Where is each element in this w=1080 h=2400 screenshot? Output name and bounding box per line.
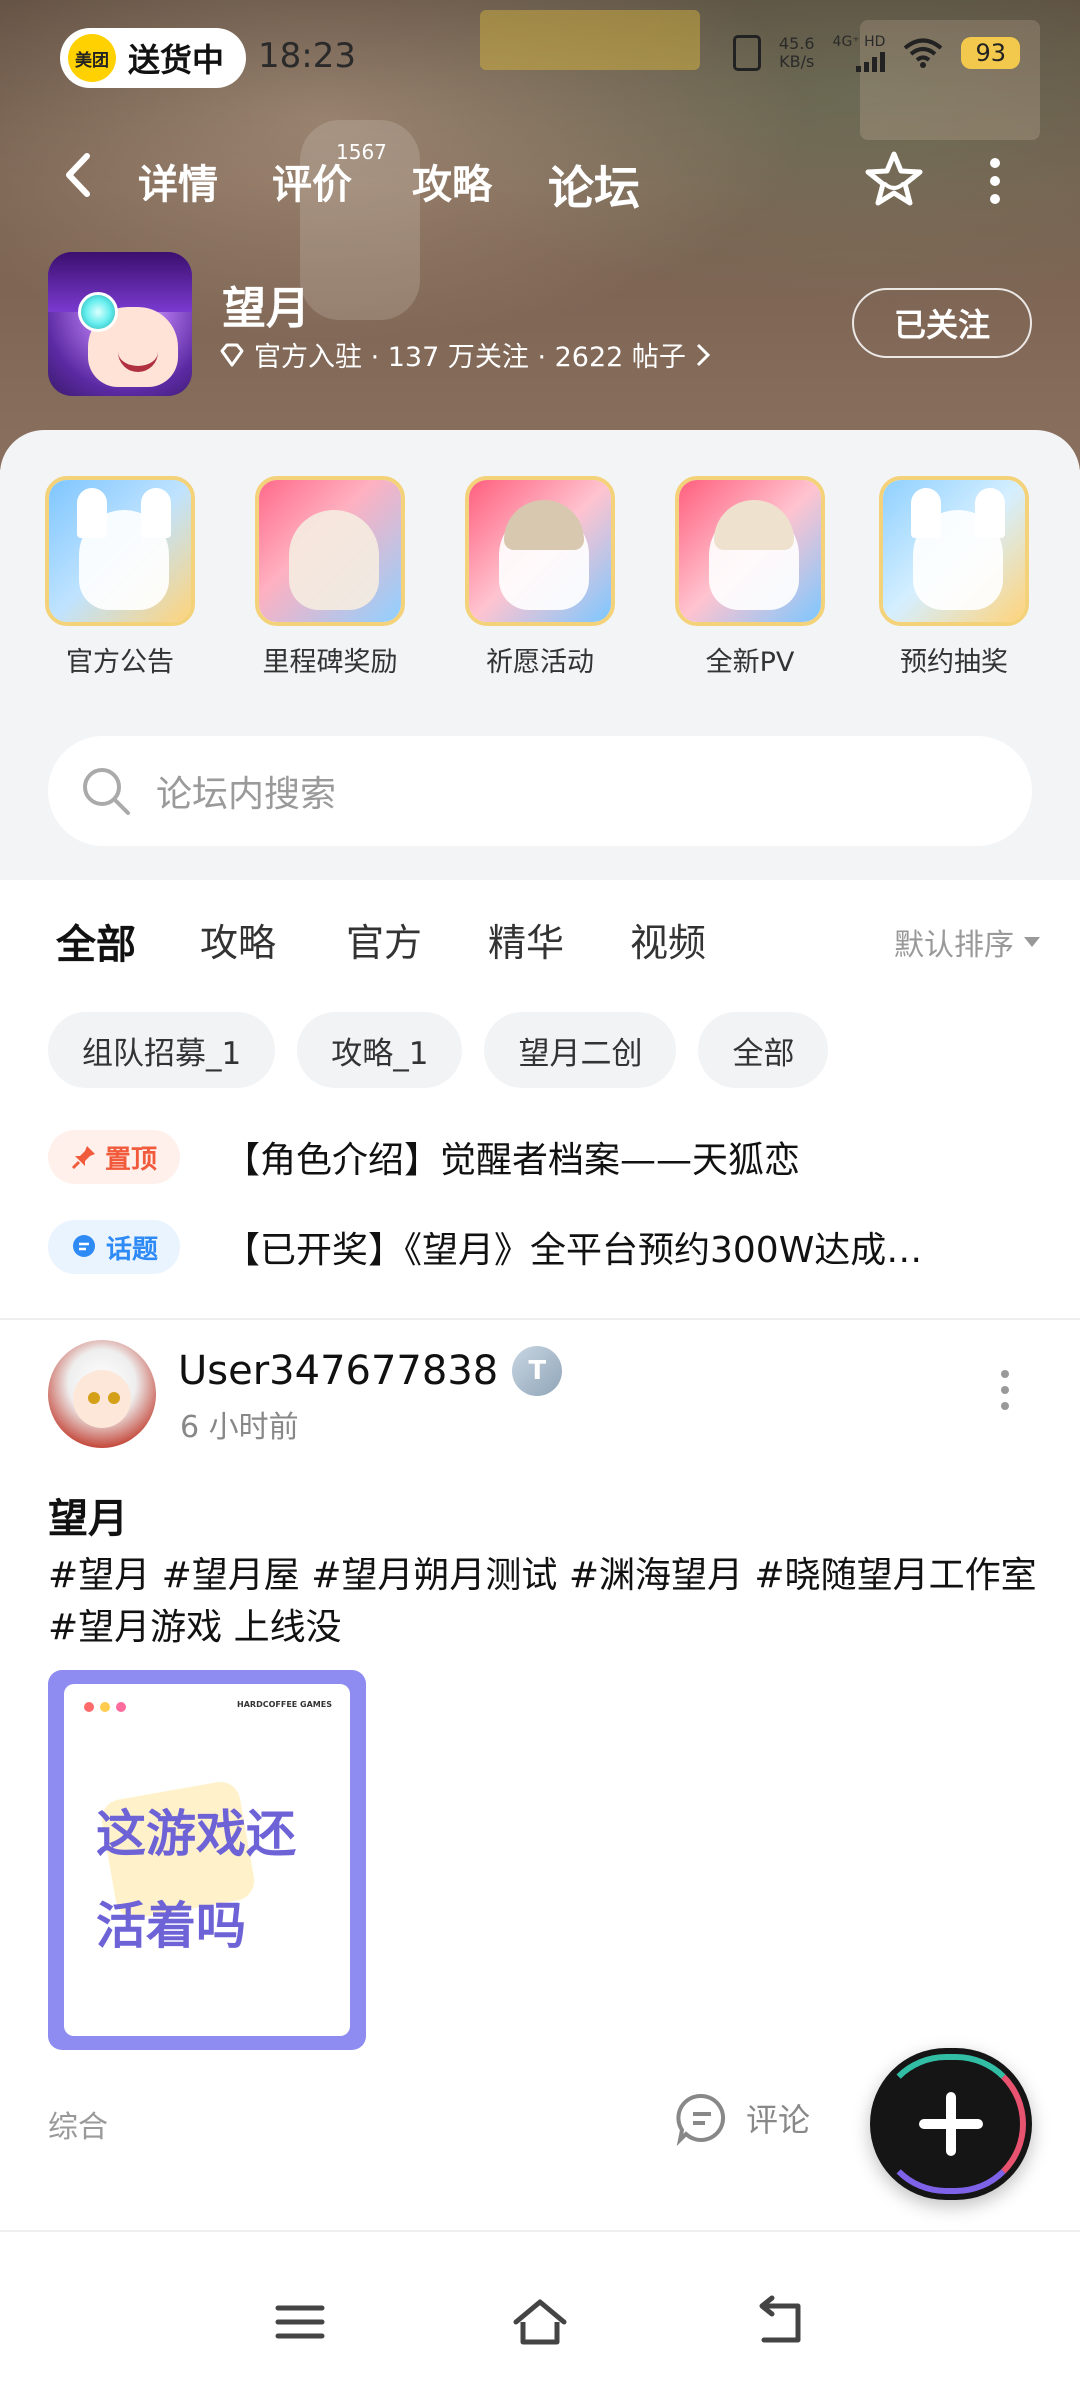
shortcut-wish-event[interactable]: 祈愿活动 [460,476,620,679]
live-activity-pill[interactable]: 美团 送货中 [60,28,247,88]
network-type: 4G⁺ HD [832,34,886,50]
top-nav: 详情 评价 1567 攻略 论坛 [0,140,1080,220]
clock: 18:23 [258,36,356,76]
game-header-banner: 美团 送货中 18:23 45.6 KB/s 4G⁺ HD 93 详情 评价 1… [0,0,1080,470]
chip-fan-creation[interactable]: 望月二创 [484,1012,677,1088]
filter-tab-official[interactable]: 官方 [346,912,422,967]
shortcut-official-notice[interactable]: 官方公告 [40,476,200,679]
wifi-icon [904,38,943,68]
game-title: 望月 [222,283,310,334]
post-category: 综合 [48,2110,108,2145]
verified-diamond-icon [220,343,244,366]
system-nav-bar [0,2230,1080,2400]
fox-mascot-icon [879,476,1029,626]
more-options-icon[interactable] [985,158,1005,204]
shortcut-reservation-lottery[interactable]: 预约抽奖 [874,476,1034,679]
tab-details[interactable]: 详情 [138,152,218,210]
signal-icon [856,50,886,72]
back-icon[interactable] [750,2292,810,2352]
shortcut-new-pv[interactable]: 全新PV [670,476,830,679]
topic-chips: 组队招募_1 攻略_1 望月二创 全部 [48,1012,829,1088]
pinned-post[interactable]: 置顶 【角色介绍】觉醒者档案——天狐恋 [48,1130,1048,1184]
sort-dropdown[interactable]: 默认排序 [894,920,1040,964]
home-icon[interactable] [510,2292,570,2352]
review-count-badge: 1567 [336,140,387,164]
game-icon[interactable] [48,252,192,396]
tab-guides[interactable]: 攻略 [412,152,492,210]
back-arrow-icon[interactable] [55,150,105,200]
follow-button[interactable]: 已关注 [852,288,1032,358]
menu-icon[interactable] [270,2292,330,2352]
avatar[interactable] [48,1340,156,1448]
shortcut-milestone-reward[interactable]: 里程碑奖励 [250,476,410,679]
character-portrait-icon [675,476,825,626]
net-speed: 45.6 KB/s [778,34,815,71]
pinned-badge: 置顶 [48,1130,180,1184]
chip-guides[interactable]: 攻略_1 [297,1012,463,1088]
chip-team-recruit[interactable]: 组队招募_1 [48,1012,276,1088]
topic-post-title: 【已开奖】《望月》全平台预约300W达成… [224,1230,923,1271]
filter-tab-videos[interactable]: 视频 [630,912,706,967]
post-body: #望月 #望月屋 #望月朔月测试 #渊海望月 #晓随望月工作室 #望月游戏 上线… [48,1555,1037,1648]
favorite-star-icon[interactable] [862,148,926,212]
chat-bubble-icon [72,1235,95,1257]
search-icon [83,768,130,815]
status-bar: 美团 送货中 18:23 45.6 KB/s 4G⁺ HD 93 [0,24,1080,88]
delivery-status: 送货中 [128,41,225,79]
post-title: 望月 [48,1496,128,1542]
post-image[interactable]: HARDCOFFEE GAMES 这游戏还 活着吗 [48,1670,366,2050]
chevron-right-icon [696,343,711,366]
post-author[interactable]: User347677838 T [178,1346,563,1396]
character-portrait-icon [465,476,615,626]
dropdown-caret-icon [1024,937,1040,947]
forum-search-input[interactable]: 论坛内搜索 [48,736,1032,846]
forum-feed: 全部 攻略 官方 精华 视频 默认排序 组队招募_1 攻略_1 望月二创 全部 … [0,880,1080,2230]
topic-badge: 话题 [48,1220,180,1274]
tab-forum[interactable]: 论坛 [546,152,642,218]
create-post-button[interactable] [870,2048,1032,2200]
comment-button[interactable]: 评论 [674,2090,810,2146]
user-level-badge: T [512,1346,563,1396]
topic-post[interactable]: 话题 【已开奖】《望月》全平台预约300W达成… [48,1220,1048,1274]
filter-tab-featured[interactable]: 精华 [488,912,564,967]
post-time: 6 小时前 [180,1410,299,1445]
pin-icon [71,1146,95,1170]
post-more-icon[interactable] [998,1370,1012,1410]
owl-mascot-icon [255,476,405,626]
tab-reviews[interactable]: 评价 1567 [272,140,387,210]
pinned-post-title: 【角色介绍】觉醒者档案——天狐恋 [224,1140,801,1181]
chip-all[interactable]: 全部 [698,1012,829,1088]
filter-tab-all[interactable]: 全部 [56,912,136,974]
comment-icon [676,2093,726,2146]
meituan-logo: 美团 [68,34,116,82]
filter-tabs: 全部 攻略 官方 精华 视频 默认排序 [0,912,1080,982]
battery-indicator: 93 [961,37,1020,69]
forum-shortcuts-panel: 官方公告 里程碑奖励 祈愿活动 全新PV 预约抽奖 论坛内搜索 [0,430,1080,880]
game-meta[interactable]: 官方入驻 · 137 万关注 · 2622 帖子 [218,335,712,374]
vibrate-icon [732,35,761,71]
search-placeholder: 论坛内搜索 [156,774,337,815]
fox-mascot-icon [45,476,195,626]
filter-tab-guides[interactable]: 攻略 [200,912,276,967]
